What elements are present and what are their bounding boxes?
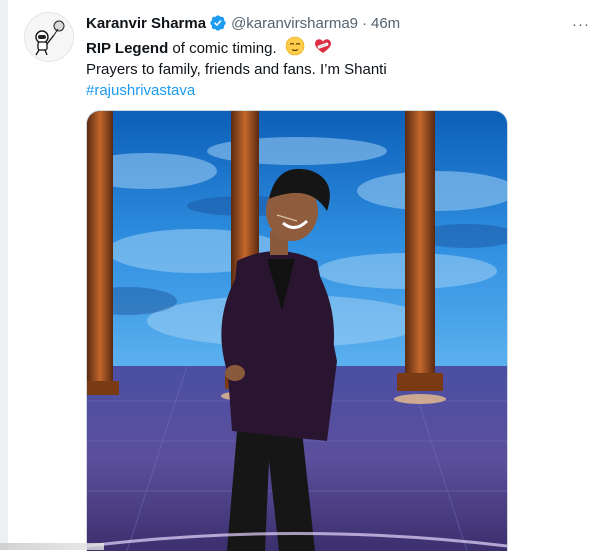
tweet-photo[interactable] bbox=[86, 110, 508, 551]
bottom-watermark-strip bbox=[0, 543, 104, 550]
more-icon: ··· bbox=[572, 15, 590, 33]
verified-badge-icon bbox=[210, 15, 226, 31]
tweet-line-2: Prayers to family, friends and fans. I’m… bbox=[86, 61, 387, 78]
separator-dot: · bbox=[362, 14, 367, 32]
tweet-line-1: RIP Legend of comic timing. bbox=[86, 36, 576, 59]
astronaut-avatar-icon bbox=[25, 13, 73, 61]
mending-heart-emoji-icon bbox=[315, 39, 331, 53]
timestamp[interactable]: 46m bbox=[371, 15, 400, 32]
author-handle[interactable]: @karanvirsharma9 bbox=[231, 15, 358, 32]
hashtag-link[interactable]: #rajushrivastava bbox=[86, 80, 576, 101]
tweet-text: RIP Legend of comic timing. Prayers to f… bbox=[86, 36, 576, 101]
avatar[interactable] bbox=[24, 12, 74, 62]
tweet[interactable]: Karanvir Sharma @karanvirsharma9 · 46m ·… bbox=[0, 0, 600, 551]
author-name[interactable]: Karanvir Sharma bbox=[86, 15, 206, 32]
bold-phrase: RIP Legend bbox=[86, 40, 169, 57]
more-options-button[interactable]: ··· bbox=[570, 14, 592, 34]
relieved-face-emoji-icon bbox=[285, 36, 305, 56]
line1-rest: of comic timing. bbox=[168, 40, 277, 57]
photo-illustration bbox=[87, 111, 507, 551]
tweet-header: Karanvir Sharma @karanvirsharma9 · 46m bbox=[86, 13, 400, 33]
